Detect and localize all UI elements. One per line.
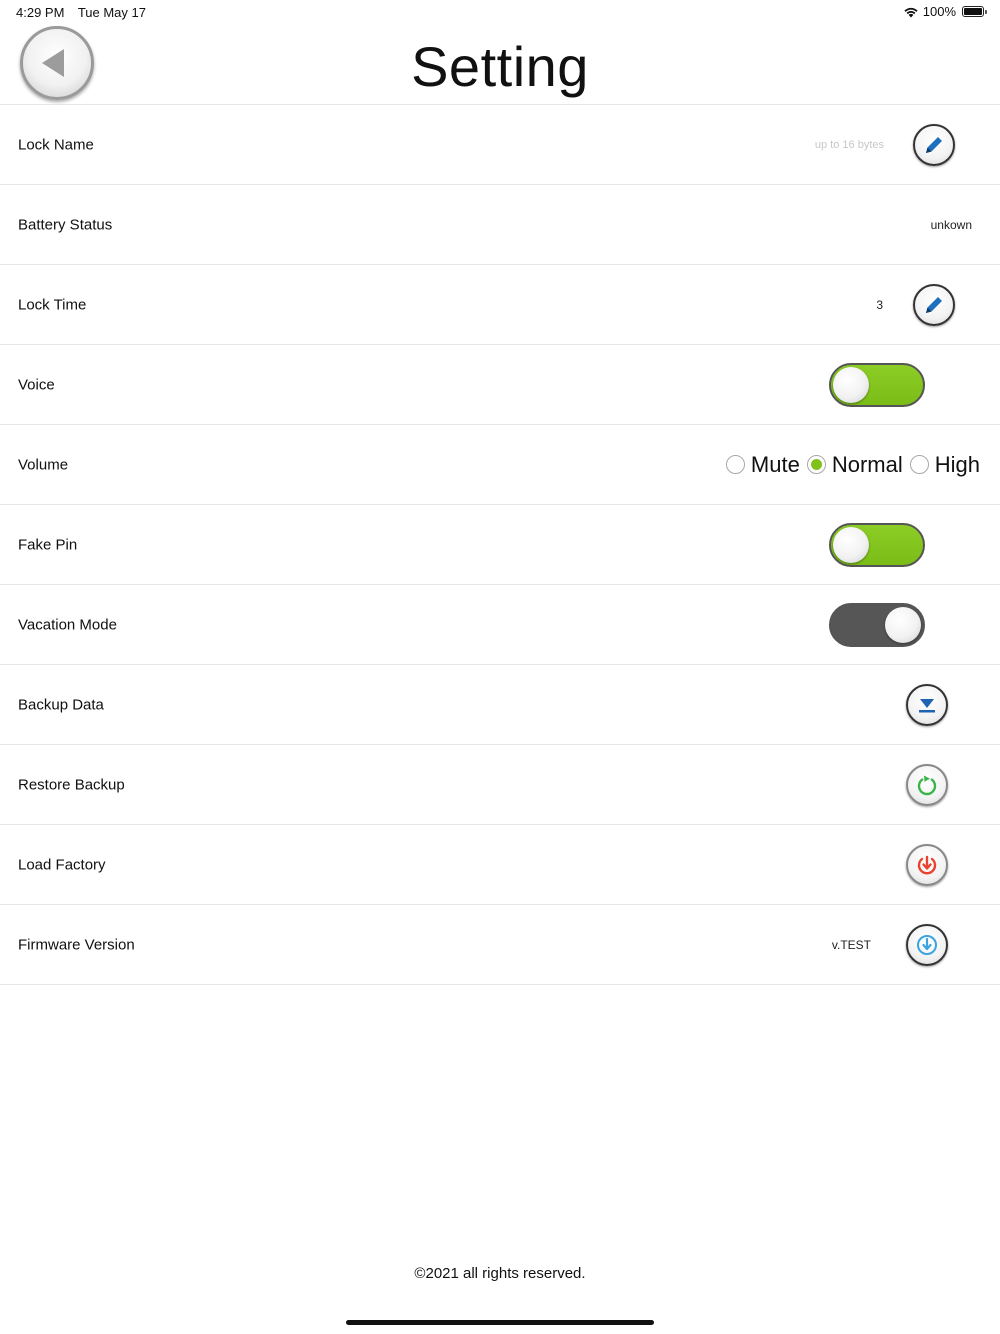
download-to-tray-icon <box>919 698 935 712</box>
backup-data-label: Backup Data <box>18 696 104 713</box>
row-voice: Voice <box>0 344 1000 424</box>
row-restore-backup: Restore Backup <box>0 744 1000 824</box>
firmware-version-value: v.TEST <box>831 937 871 952</box>
volume-option-label: Mute <box>750 451 800 477</box>
lock-time-edit-button[interactable] <box>913 283 955 326</box>
header: Setting <box>0 24 1000 104</box>
battery-icon <box>962 6 987 17</box>
backup-data-button[interactable] <box>906 683 948 726</box>
volume-option-normal[interactable]: Normal <box>806 451 903 478</box>
refresh-icon <box>917 775 937 795</box>
row-load-factory: Load Factory <box>0 824 1000 904</box>
volume-option-label: High <box>934 451 980 477</box>
radio-circle-checked[interactable] <box>806 455 826 474</box>
update-icon <box>917 934 937 955</box>
battery-status-value: unkown <box>930 217 972 232</box>
status-date: Tue May 17 <box>77 5 146 20</box>
row-fake-pin: Fake Pin <box>0 504 1000 584</box>
row-vacation-mode: Vacation Mode <box>0 584 1000 664</box>
copyright-footer: ©2021 all rights reserved. <box>414 1265 586 1282</box>
row-lock-name: Lock Name up to 16 bytes <box>0 104 1000 184</box>
fake-pin-label: Fake Pin <box>18 536 78 553</box>
restore-backup-label: Restore Backup <box>18 776 125 793</box>
restore-backup-button[interactable] <box>906 763 948 806</box>
settings-list: Lock Name up to 16 bytes Battery Status … <box>0 104 1000 985</box>
load-factory-button[interactable] <box>906 843 948 886</box>
toggle-knob <box>833 366 869 403</box>
toggle-knob <box>885 606 921 643</box>
toggle-knob <box>833 526 869 563</box>
status-time: 4:29 PM <box>16 5 65 20</box>
row-backup-data: Backup Data <box>0 664 1000 744</box>
lock-name-placeholder[interactable]: up to 16 bytes <box>815 139 884 151</box>
power-reset-icon <box>917 855 937 874</box>
row-lock-time: Lock Time 3 <box>0 264 1000 344</box>
volume-option-high[interactable]: High <box>909 451 980 478</box>
home-indicator[interactable] <box>346 1320 654 1325</box>
battery-percent: 100% <box>922 4 956 19</box>
status-left: 4:29 PM Tue May 17 <box>16 5 156 20</box>
row-battery-status: Battery Status unkown <box>0 184 1000 264</box>
radio-circle[interactable] <box>909 455 929 474</box>
page-title: Setting <box>411 35 589 98</box>
radio-circle[interactable] <box>725 455 745 474</box>
firmware-update-button[interactable] <box>906 923 948 966</box>
pencil-icon <box>926 136 942 153</box>
row-volume: Volume Mute Normal High <box>0 424 1000 504</box>
voice-label: Voice <box>18 376 55 393</box>
status-right: 100% <box>903 4 987 19</box>
row-firmware-version: Firmware Version v.TEST <box>0 904 1000 985</box>
lock-time-value: 3 <box>876 297 883 312</box>
lock-name-edit-button[interactable] <box>913 123 955 166</box>
vacation-mode-toggle[interactable] <box>829 602 925 647</box>
load-factory-label: Load Factory <box>18 856 106 873</box>
wifi-icon <box>904 7 918 17</box>
volume-option-label: Normal <box>831 451 903 477</box>
pencil-icon <box>926 296 942 313</box>
lock-time-label: Lock Time <box>18 296 87 313</box>
fake-pin-toggle[interactable] <box>829 522 925 567</box>
voice-toggle[interactable] <box>829 362 925 407</box>
lock-name-label: Lock Name <box>18 136 94 153</box>
volume-label: Volume <box>18 456 69 473</box>
volume-option-mute[interactable]: Mute <box>725 451 800 478</box>
firmware-version-label: Firmware Version <box>18 936 135 953</box>
vacation-mode-label: Vacation Mode <box>18 616 117 633</box>
battery-status-label: Battery Status <box>18 216 113 233</box>
volume-radio-group: Mute Normal High <box>719 452 980 478</box>
status-bar: 4:29 PM Tue May 17 100% <box>0 0 1000 24</box>
